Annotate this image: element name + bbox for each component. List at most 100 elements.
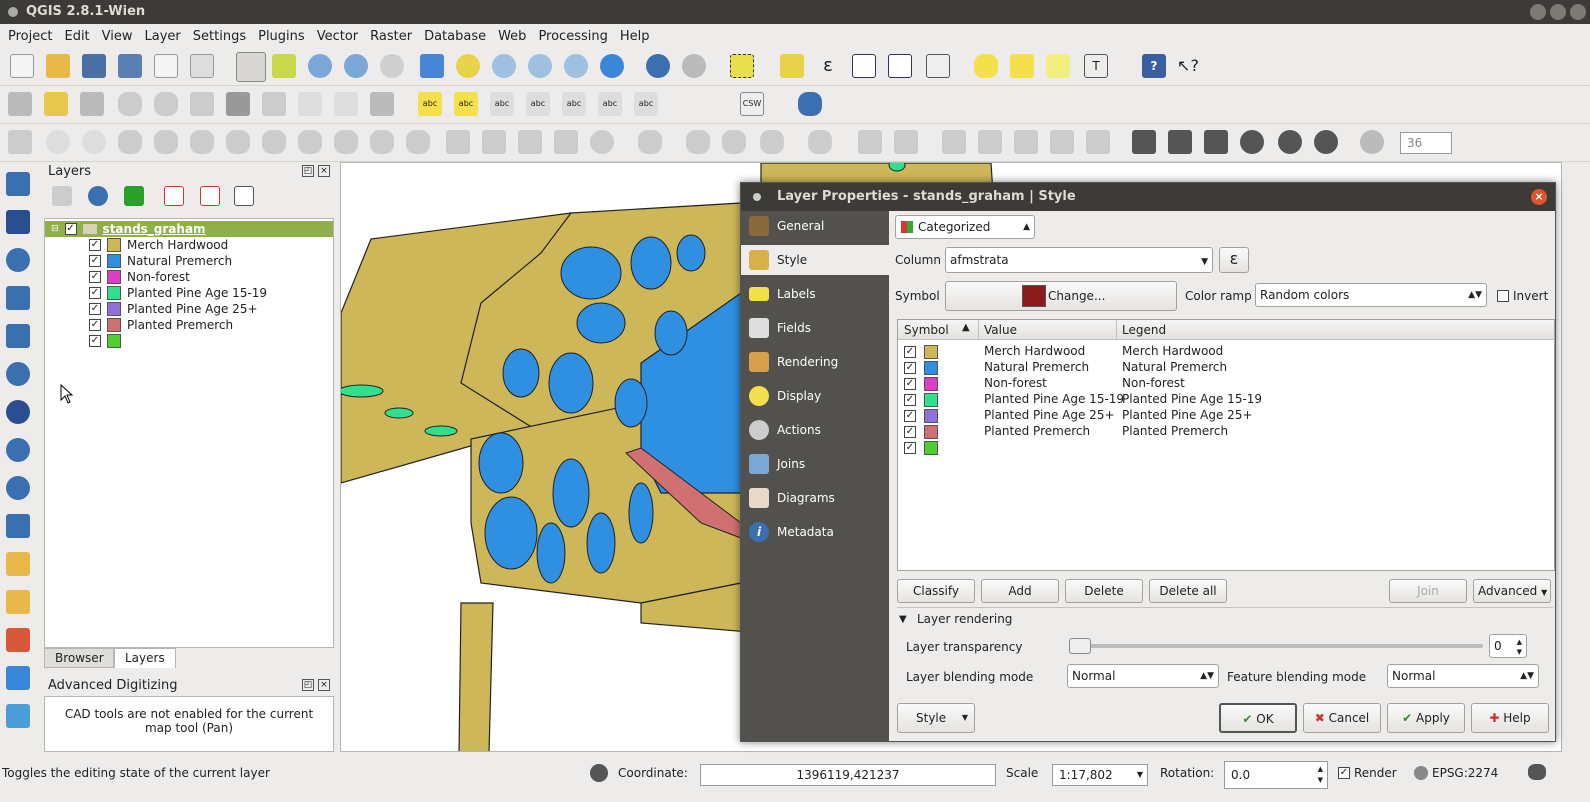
category-swatch[interactable]	[924, 441, 938, 455]
menu-layer[interactable]: Layer	[139, 29, 187, 44]
spatial-query-icon[interactable]	[858, 130, 882, 154]
category-row[interactable]: ✓ Planted Pine Age 15-19 Planted Pine Age …	[904, 392, 1554, 408]
menu-edit[interactable]: Edit	[58, 29, 95, 44]
select-features-icon[interactable]	[730, 54, 754, 78]
pan-hand-icon[interactable]	[236, 52, 266, 82]
render-toggle[interactable]: ✓ Render	[1338, 766, 1397, 780]
header-symbol[interactable]: Symbol	[904, 323, 949, 337]
add-category-button[interactable]: Add	[981, 579, 1059, 603]
expand-all-icon[interactable]	[164, 186, 184, 206]
nav-metadata[interactable]: i Metadata	[741, 517, 889, 547]
zoom-native-icon[interactable]	[380, 54, 404, 78]
remove-layer-icon[interactable]	[234, 186, 254, 206]
merge-selected-icon[interactable]	[518, 130, 542, 154]
category-row[interactable]: ✓	[904, 440, 1554, 456]
shape-rect-icon[interactable]	[1132, 130, 1156, 154]
category-legend[interactable]: Planted Pine Age 25+	[1122, 408, 1253, 422]
class-visibility-checkbox[interactable]: ✓	[89, 287, 101, 299]
category-legend[interactable]: Merch Hardwood	[1122, 344, 1223, 358]
vertex-tool-icon[interactable]	[894, 130, 918, 154]
split-parts-icon[interactable]	[482, 130, 506, 154]
clip-icon[interactable]	[1086, 130, 1110, 154]
layer-class-row[interactable]: ✓ Planted Pine Age 25+	[89, 301, 258, 317]
delete-category-button[interactable]: Delete	[1065, 579, 1143, 603]
zoom-to-layer-icon[interactable]	[492, 54, 516, 78]
polygon-diff-icon[interactable]	[1014, 130, 1038, 154]
map-tips-icon[interactable]	[974, 54, 998, 78]
expression-button[interactable]: ε	[1219, 247, 1249, 273]
run-action-icon[interactable]	[682, 54, 706, 78]
shape-square-centre-icon[interactable]	[1204, 130, 1228, 154]
messages-icon[interactable]	[1528, 764, 1546, 780]
polygon-union-icon[interactable]	[1050, 130, 1074, 154]
category-value[interactable]: Merch Hardwood	[984, 344, 1085, 358]
layer-class-row[interactable]: ✓ Merch Hardwood	[89, 237, 228, 253]
category-value[interactable]: Planted Pine Age 15-19	[984, 392, 1124, 406]
zoom-next-icon[interactable]	[564, 54, 588, 78]
show-bookmarks-icon[interactable]	[1046, 54, 1070, 78]
refresh-icon[interactable]	[600, 54, 624, 78]
add-spatialite-layer-icon[interactable]	[6, 286, 30, 310]
shape-square-icon[interactable]	[1168, 130, 1192, 154]
fill-ring-icon[interactable]	[262, 130, 286, 154]
category-row[interactable]: ✓ Planted Premerch Planted Premerch	[904, 424, 1554, 440]
close-panel-icon[interactable]: ×	[318, 679, 330, 691]
layer-class-row[interactable]: ✓ Natural Premerch	[89, 253, 232, 269]
category-swatch[interactable]	[924, 345, 938, 359]
cut-icon[interactable]	[262, 92, 286, 116]
add-polygon-icon[interactable]	[808, 130, 832, 154]
add-group-icon[interactable]	[52, 186, 72, 206]
category-checkbox[interactable]: ✓	[904, 362, 916, 374]
rotate-label-icon[interactable]: abc	[598, 92, 622, 116]
label-size-spinbox[interactable]: 36	[1400, 132, 1452, 154]
label-tool-icon[interactable]: abc	[418, 92, 442, 116]
node-tool-icon[interactable]	[190, 92, 214, 116]
add-wcs-layer-icon[interactable]	[6, 400, 30, 424]
collapse-triangle-icon[interactable]: ▼	[899, 614, 907, 625]
add-ellipse-icon[interactable]	[722, 130, 746, 154]
delete-ring-icon[interactable]	[298, 130, 322, 154]
merge-attributes-icon[interactable]	[554, 130, 578, 154]
show-hide-labels-icon[interactable]: abc	[526, 92, 550, 116]
change-symbol-button[interactable]: Change...	[945, 281, 1177, 311]
category-checkbox[interactable]: ✓	[904, 378, 916, 390]
menu-vector[interactable]: Vector	[311, 29, 364, 44]
circular-string-radius-icon[interactable]	[686, 130, 710, 154]
move-label-icon[interactable]: abc	[562, 92, 586, 116]
minimize-icon[interactable]	[1530, 4, 1546, 20]
category-value[interactable]: Non-forest	[984, 376, 1047, 390]
add-mssql-layer-icon[interactable]	[6, 324, 30, 348]
zoom-in-icon[interactable]	[308, 54, 332, 78]
zoom-full-icon[interactable]	[420, 54, 444, 78]
nav-rendering[interactable]: Rendering	[741, 347, 889, 377]
open-project-icon[interactable]	[46, 54, 70, 78]
transparency-slider[interactable]	[1069, 638, 1483, 654]
oracle-layer-icon[interactable]	[6, 666, 30, 690]
category-legend[interactable]: Non-forest	[1122, 376, 1185, 390]
category-legend[interactable]: Natural Premerch	[1122, 360, 1227, 374]
float-panel-icon[interactable]: ◰	[302, 679, 314, 691]
zoom-out-icon[interactable]	[344, 54, 368, 78]
color-ramp-select[interactable]: Random colors ▲▼	[1255, 283, 1487, 307]
join-button[interactable]: Join	[1389, 579, 1467, 603]
toggle-editing-icon[interactable]	[8, 92, 32, 116]
add-wfs-layer-icon[interactable]	[6, 438, 30, 462]
menu-settings[interactable]: Settings	[187, 29, 252, 44]
undo-icon[interactable]	[46, 130, 70, 154]
add-feature-icon[interactable]	[118, 92, 142, 116]
save-edits-icon[interactable]	[80, 92, 104, 116]
class-visibility-checkbox[interactable]: ✓	[89, 303, 101, 315]
dialog-close-icon[interactable]: ×	[1531, 189, 1547, 205]
whats-this-icon[interactable]: ↖?	[1176, 54, 1200, 78]
slider-handle[interactable]	[1069, 638, 1091, 654]
category-swatch[interactable]	[924, 377, 938, 391]
close-window-icon[interactable]	[1570, 4, 1586, 20]
layer-class-row[interactable]: ✓	[89, 333, 127, 349]
category-checkbox[interactable]: ✓	[904, 410, 916, 422]
category-checkbox[interactable]: ✓	[904, 394, 916, 406]
reshape-features-icon[interactable]	[370, 130, 394, 154]
category-row[interactable]: ✓ Natural Premerch Natural Premerch	[904, 360, 1554, 376]
add-virtual-layer-icon[interactable]	[6, 590, 30, 614]
layer-blending-select[interactable]: Normal ▲▼	[1067, 664, 1219, 688]
measure-icon[interactable]	[926, 54, 950, 78]
